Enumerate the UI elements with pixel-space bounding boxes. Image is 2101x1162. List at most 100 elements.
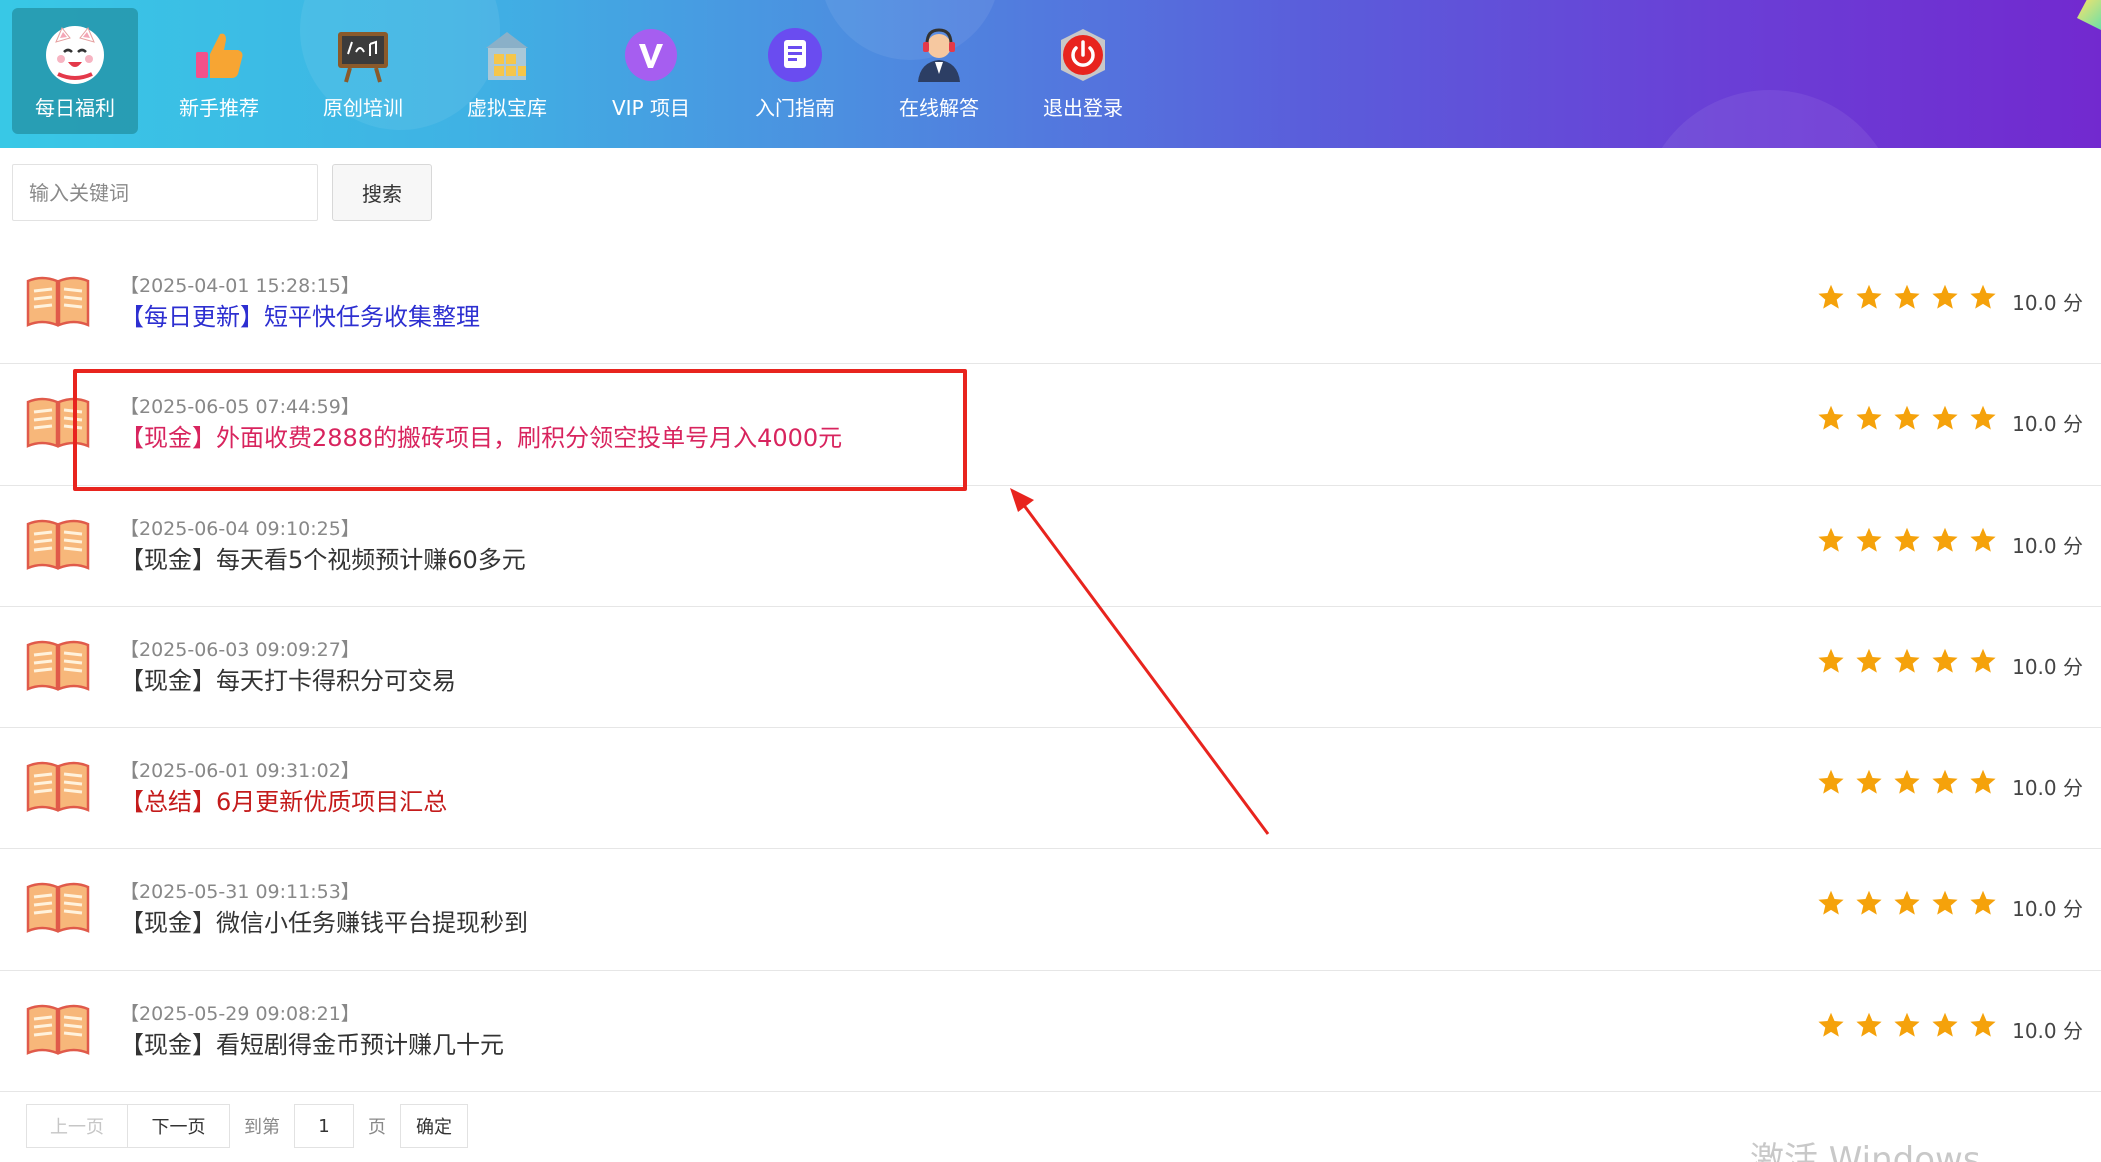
star-rating: [1817, 768, 1997, 796]
star-icon: [1931, 1011, 1959, 1039]
nav-label: 在线解答: [899, 96, 979, 120]
nav-item-logout[interactable]: 退出登录: [1020, 8, 1146, 134]
star-icon: [1817, 889, 1845, 917]
star-icon: [1817, 647, 1845, 675]
blackboard-icon: [332, 24, 394, 86]
lucky-cat-icon: [44, 24, 106, 86]
item-title-link[interactable]: 【现金】微信小任务赚钱平台提现秒到: [120, 903, 528, 938]
item-date: 【2025-06-04 09:10:25】: [120, 517, 360, 540]
item-score: 10.0 分: [2012, 291, 2083, 315]
goto-label: 到第: [244, 1117, 280, 1138]
star-icon: [1969, 768, 1997, 796]
star-icon: [1893, 1011, 1921, 1039]
prev-page-button[interactable]: 上一页: [26, 1104, 128, 1148]
star-icon: [1855, 404, 1883, 432]
top-nav-bar: 每日福利 新手推荐 原创培训 虚拟宝库 VIP 项目 入门指南 在线解答 退出登…: [0, 0, 2101, 148]
star-icon: [1817, 404, 1845, 432]
item-score: 10.0 分: [2012, 776, 2083, 801]
star-rating: [1817, 283, 1997, 311]
nav-item-virtual-treasury[interactable]: 虚拟宝库: [444, 8, 570, 134]
book-icon: [26, 758, 90, 814]
star-icon: [1931, 526, 1959, 554]
star-rating: [1817, 889, 1997, 917]
nav-label: 原创培训: [323, 96, 403, 120]
book-icon: [26, 879, 90, 935]
nav-label: 退出登录: [1043, 96, 1123, 120]
star-rating: [1817, 404, 1997, 432]
list-item[interactable]: 【2025-05-29 09:08:21】 【现金】看短剧得金币预计赚几十元 10.…: [0, 971, 2101, 1093]
item-date: 【2025-05-31 09:11:53】: [120, 881, 360, 904]
star-icon: [1931, 404, 1959, 432]
star-icon: [1969, 889, 1997, 917]
star-icon: [1817, 526, 1845, 554]
item-date: 【2025-06-01 09:31:02】: [120, 760, 360, 783]
page: 每日福利 新手推荐 原创培训 虚拟宝库 VIP 项目 入门指南 在线解答 退出登…: [0, 0, 2101, 1162]
star-icon: [1969, 404, 1997, 432]
star-icon: [1855, 889, 1883, 917]
item-title-link[interactable]: 【总结】6月更新优质项目汇总: [120, 782, 447, 817]
star-icon: [1969, 647, 1997, 675]
highlight-box-annotation: [73, 369, 967, 491]
star-icon: [1855, 1011, 1883, 1039]
item-title-link[interactable]: 【每日更新】短平快任务收集整理: [120, 297, 480, 332]
book-icon: [26, 637, 90, 693]
treasure-box-icon: [476, 24, 538, 86]
star-icon: [1969, 1011, 1997, 1039]
nav-label: 虚拟宝库: [467, 96, 547, 120]
nav-item-getting-started[interactable]: 入门指南: [732, 8, 858, 134]
star-icon: [1855, 647, 1883, 675]
nav-label: 入门指南: [755, 96, 835, 120]
nav-item-vip-project[interactable]: VIP 项目: [588, 8, 714, 134]
nav-item-online-answer[interactable]: 在线解答: [876, 8, 1002, 134]
star-icon: [1855, 526, 1883, 554]
item-title-link[interactable]: 【现金】每天看5个视频预计赚60多元: [120, 540, 526, 575]
star-icon: [1893, 526, 1921, 554]
pagination: 上一页 下一页 到第 页 确定: [26, 1104, 468, 1148]
page-unit-label: 页: [368, 1117, 386, 1138]
list-item[interactable]: 【2025-06-03 09:09:27】 【现金】每天打卡得积分可交易 10.0 …: [0, 607, 2101, 729]
list-item[interactable]: 【2025-06-04 09:10:25】 【现金】每天看5个视频预计赚60多元 1…: [0, 486, 2101, 607]
star-icon: [1931, 283, 1959, 311]
star-icon: [1855, 283, 1883, 311]
star-icon: [1969, 283, 1997, 311]
nav-label: 每日福利: [35, 96, 115, 120]
star-icon: [1893, 283, 1921, 311]
book-icon: [26, 273, 90, 329]
star-icon: [1855, 768, 1883, 796]
nav-label: 新手推荐: [179, 96, 259, 120]
star-icon: [1893, 768, 1921, 796]
page-number-input[interactable]: [294, 1104, 354, 1148]
confirm-page-button[interactable]: 确定: [400, 1104, 468, 1148]
thumbs-up-icon: [188, 24, 250, 86]
nav-item-daily-welfare[interactable]: 每日福利: [12, 8, 138, 134]
next-page-button[interactable]: 下一页: [128, 1104, 230, 1148]
nav-item-beginner-recommend[interactable]: 新手推荐: [156, 8, 282, 134]
list-item[interactable]: 【2025-04-01 15:28:15】 【每日更新】短平快任务收集整理 10.0…: [0, 243, 2101, 365]
item-date: 【2025-06-03 09:09:27】: [120, 638, 360, 661]
star-icon: [1931, 647, 1959, 675]
corner-decoration: [2077, 0, 2101, 30]
star-icon: [1893, 889, 1921, 917]
star-icon: [1817, 283, 1845, 311]
guide-document-icon: [764, 24, 826, 86]
star-rating: [1817, 526, 1997, 554]
item-title-link[interactable]: 【现金】看短剧得金币预计赚几十元: [120, 1025, 504, 1060]
star-icon: [1817, 1011, 1845, 1039]
star-icon: [1893, 404, 1921, 432]
item-date: 【2025-05-29 09:08:21】: [120, 1002, 360, 1025]
search-input[interactable]: [12, 164, 318, 221]
item-score: 10.0 分: [2012, 412, 2083, 437]
item-score: 10.0 分: [2012, 654, 2083, 679]
vip-badge-icon: [620, 24, 682, 86]
power-off-icon: [1052, 24, 1114, 86]
item-score: 10.0 分: [2012, 897, 2083, 922]
star-rating: [1817, 1011, 1997, 1039]
star-icon: [1893, 647, 1921, 675]
item-title-link[interactable]: 【现金】每天打卡得积分可交易: [120, 661, 456, 696]
nav-item-original-training[interactable]: 原创培训: [300, 8, 426, 134]
windows-activation-watermark: 激活 Windows: [1750, 1140, 1981, 1162]
list-item[interactable]: 【2025-06-01 09:31:02】 【总结】6月更新优质项目汇总 10.0 …: [0, 728, 2101, 850]
search-button[interactable]: 搜索: [332, 164, 432, 221]
item-score: 10.0 分: [2012, 1018, 2083, 1043]
list-item[interactable]: 【2025-05-31 09:11:53】 【现金】微信小任务赚钱平台提现秒到 10…: [0, 849, 2101, 971]
